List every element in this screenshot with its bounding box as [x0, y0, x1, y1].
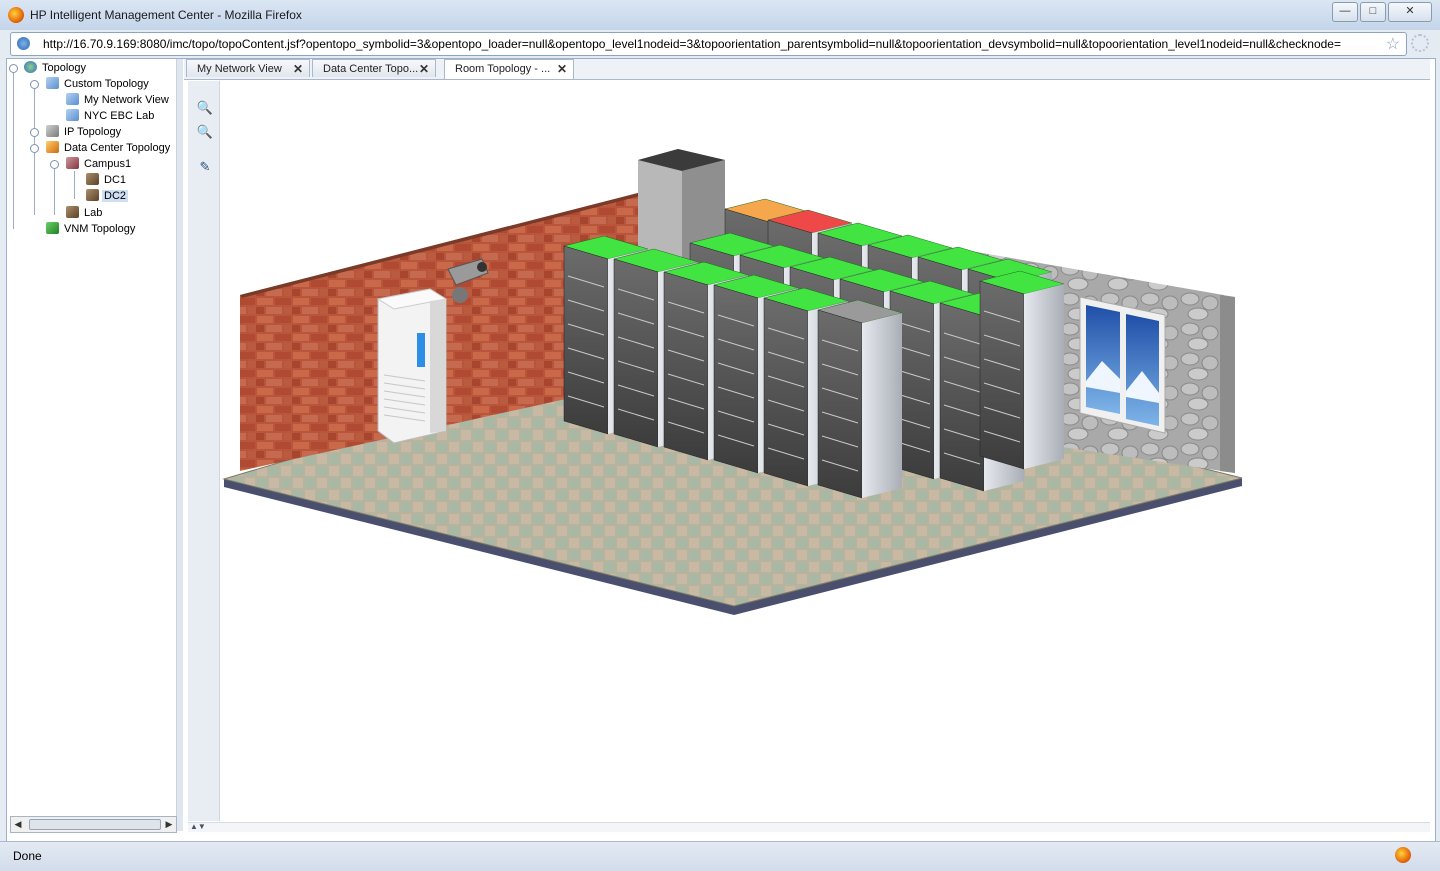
status-bar: Done [0, 841, 1440, 871]
expander-icon[interactable] [30, 128, 39, 137]
canvas-bottom-bar [188, 822, 1430, 832]
scroll-thumb[interactable] [29, 819, 161, 830]
tree-line [54, 165, 55, 215]
close-window-button[interactable]: ✕ [1388, 2, 1432, 22]
wall-window [1079, 296, 1166, 434]
tree-item-data-center-topology[interactable]: Data Center Topology [46, 141, 172, 154]
zoom-in-icon[interactable]: 🔍 [196, 99, 214, 117]
tree-line [74, 171, 75, 199]
tree-item-my-network-view[interactable]: My Network View [66, 93, 171, 106]
collapse-toggle-icon[interactable]: ▲▼ [190, 822, 206, 831]
server-rack[interactable] [817, 299, 903, 499]
tab-close-icon[interactable]: ✕ [557, 60, 567, 78]
air-conditioner-unit [376, 288, 448, 444]
custom-topology-icon [46, 77, 59, 89]
site-identity-icon[interactable] [17, 37, 30, 50]
room-icon [86, 173, 99, 185]
edit-icon[interactable]: ✎ [196, 158, 214, 176]
address-bar[interactable]: http://16.70.9.169:8080/imc/topo/topoCon… [10, 32, 1407, 56]
tab-data-center-topo[interactable]: Data Center Topo... ✕ [312, 59, 436, 77]
room-topology-canvas[interactable] [220, 81, 1430, 821]
view-icon [66, 109, 79, 121]
tree-horizontal-scrollbar[interactable]: ◀ ▶ [10, 816, 177, 833]
room-icon [86, 189, 99, 201]
vnm-icon [46, 222, 59, 234]
bookmark-star-icon[interactable]: ☆ [1386, 34, 1400, 54]
maximize-button[interactable]: □ [1360, 2, 1386, 22]
topology-tree: Topology Custom Topology My Network View… [8, 59, 177, 831]
zoom-out-icon[interactable]: 🔍 [196, 123, 214, 141]
expander-icon[interactable] [30, 144, 39, 153]
expander-icon[interactable] [9, 64, 18, 73]
tab-my-network-view[interactable]: My Network View ✕ [186, 59, 310, 77]
status-text: Done [13, 849, 42, 863]
tab-close-icon[interactable]: ✕ [293, 60, 303, 78]
tab-close-icon[interactable]: ✕ [419, 60, 429, 78]
tree-item-ip-topology[interactable]: IP Topology [46, 125, 123, 138]
scroll-right-arrow-icon[interactable]: ▶ [162, 817, 176, 832]
server-rack[interactable] [979, 270, 1065, 470]
firefox-status-icon [1395, 847, 1411, 863]
firefox-icon [8, 7, 24, 23]
campus-icon [66, 157, 79, 169]
tree-item-campus1[interactable]: Campus1 [66, 157, 133, 170]
data-center-icon [46, 141, 59, 153]
tab-room-topology[interactable]: Room Topology - ... ✕ [444, 59, 574, 79]
expander-icon[interactable] [30, 80, 39, 89]
tab-bar: My Network View ✕ Data Center Topo... ✕ Ro… [184, 59, 1430, 80]
tree-item-nyc-ebc-lab[interactable]: NYC EBC Lab [66, 109, 156, 122]
tree-item-dc1[interactable]: DC1 [86, 173, 128, 186]
tree-item-topology[interactable]: Topology [24, 61, 88, 74]
tree-item-custom-topology[interactable]: Custom Topology [46, 77, 151, 90]
scroll-left-arrow-icon[interactable]: ◀ [11, 817, 25, 832]
toolbar: 🔍 🔍 ✎ [188, 81, 220, 821]
url-text[interactable]: http://16.70.9.169:8080/imc/topo/topoCon… [43, 37, 1378, 51]
tree-item-dc2[interactable]: DC2 [86, 189, 129, 202]
ip-topology-icon [46, 125, 59, 137]
throbber-icon [1411, 34, 1429, 52]
globe-icon [24, 61, 37, 73]
tree-item-lab[interactable]: Lab [66, 206, 104, 219]
title-bar: HP Intelligent Management Center - Mozil… [0, 0, 1440, 30]
tree-item-vnm-topology[interactable]: VNM Topology [46, 222, 137, 235]
minimize-button[interactable]: — [1332, 2, 1358, 22]
room-scene [222, 149, 1243, 615]
room-icon [66, 206, 79, 218]
view-icon [66, 93, 79, 105]
panel-splitter[interactable] [177, 59, 183, 831]
tree-line [13, 69, 14, 229]
window-title: HP Intelligent Management Center - Mozil… [30, 8, 302, 22]
expander-icon[interactable] [50, 160, 59, 169]
